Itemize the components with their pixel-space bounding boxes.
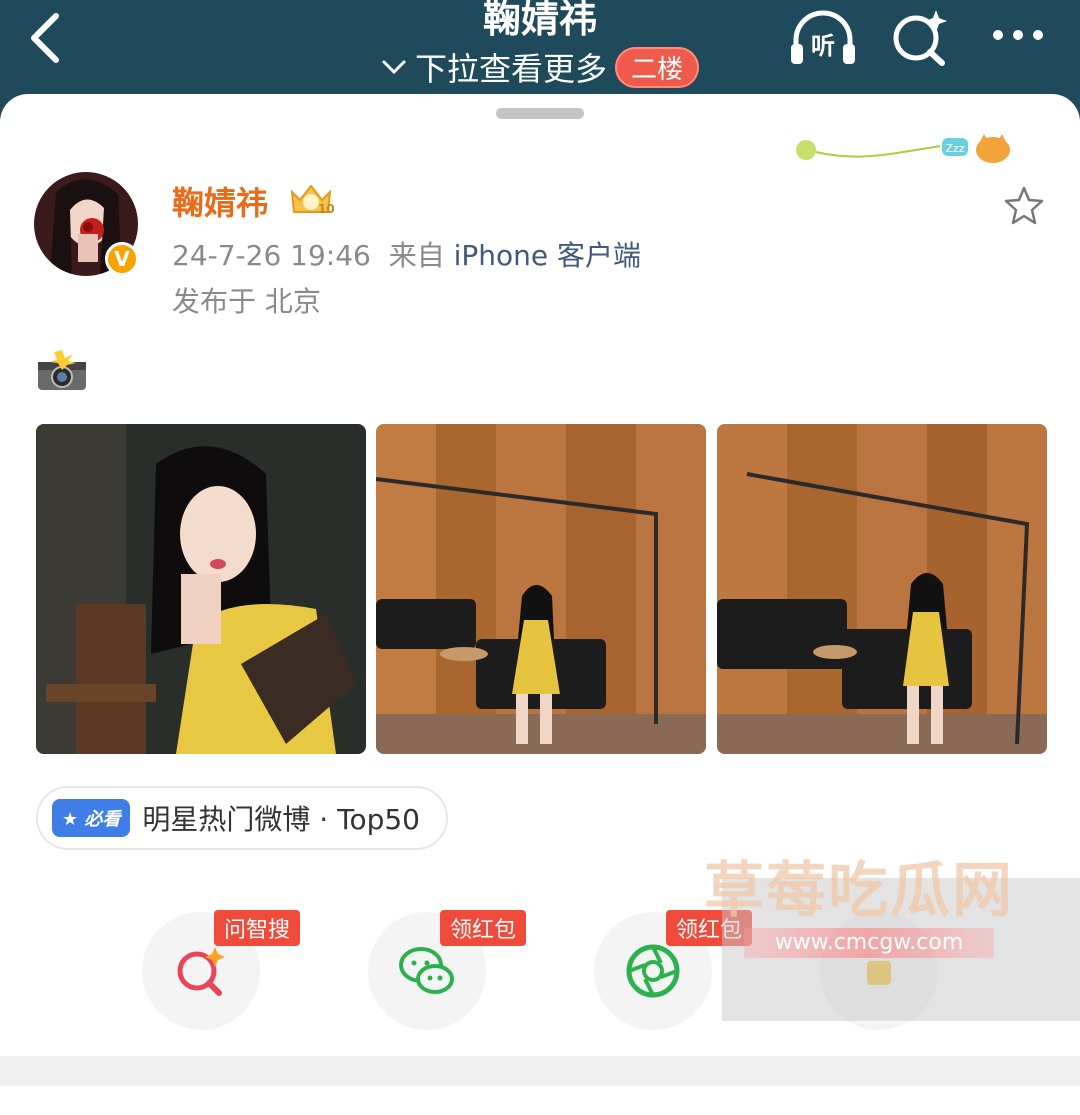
wechat-icon bbox=[399, 947, 454, 994]
hot-weibo-tag[interactable]: ★ 必看 明星热门微博 · Top50 bbox=[36, 786, 448, 850]
listen-label: 听 bbox=[811, 32, 835, 60]
watermark-title: 草莓吃瓜网 bbox=[704, 856, 1014, 926]
photo-image bbox=[376, 424, 706, 754]
share-label-wechat: 领红包 bbox=[440, 910, 527, 946]
vip-crown-icon[interactable]: 10 bbox=[288, 182, 334, 216]
post-meta: 24-7-26 19:46 来自 iPhone 客户端 bbox=[172, 234, 641, 274]
post-photo-2[interactable] bbox=[376, 424, 706, 754]
post-location: 发布于 北京 bbox=[172, 285, 321, 318]
share-label-ai-search: 问智搜 bbox=[214, 910, 301, 946]
vip-level: 10 bbox=[318, 202, 334, 216]
must-see-badge: ★ 必看 bbox=[52, 799, 131, 837]
svg-text:Zzz: Zzz bbox=[945, 142, 964, 155]
source-prefix: 来自 bbox=[388, 239, 445, 272]
yarn-cat-decoration-icon: Zzz bbox=[796, 134, 1010, 163]
favorite-star-icon[interactable] bbox=[1002, 184, 1046, 228]
section-divider bbox=[0, 1056, 1080, 1086]
post-source[interactable]: iPhone 客户端 bbox=[454, 239, 641, 272]
username[interactable]: 鞠婧祎 bbox=[172, 178, 268, 224]
ai-search-icon[interactable] bbox=[890, 6, 950, 66]
post-photo-1[interactable] bbox=[36, 424, 366, 754]
verified-badge-icon: V bbox=[105, 242, 139, 276]
watermark-url: www.cmcgw.com bbox=[744, 928, 994, 958]
pull-hint-text: 下拉查看更多 bbox=[414, 50, 607, 88]
post-photo-3[interactable] bbox=[717, 424, 1047, 754]
second-floor-badge[interactable]: 二楼 bbox=[615, 46, 700, 88]
hot-tag-text: 明星热门微博 · Top50 bbox=[142, 803, 420, 836]
post-date: 24-7-26 19:46 bbox=[172, 239, 371, 272]
photo-image bbox=[36, 424, 366, 754]
drag-handle[interactable] bbox=[496, 108, 584, 119]
listen-headphone-icon[interactable]: 听 bbox=[788, 10, 858, 66]
ai-search-icon bbox=[177, 947, 225, 996]
chevron-down-icon bbox=[382, 60, 406, 75]
top-bar: 鞠婧祎 下拉查看更多 二楼 听 bbox=[0, 0, 1080, 105]
photo-image bbox=[717, 424, 1047, 754]
more-options-icon[interactable] bbox=[988, 20, 1048, 50]
camera-flash-emoji-icon bbox=[38, 350, 86, 390]
moments-icon bbox=[626, 944, 680, 998]
